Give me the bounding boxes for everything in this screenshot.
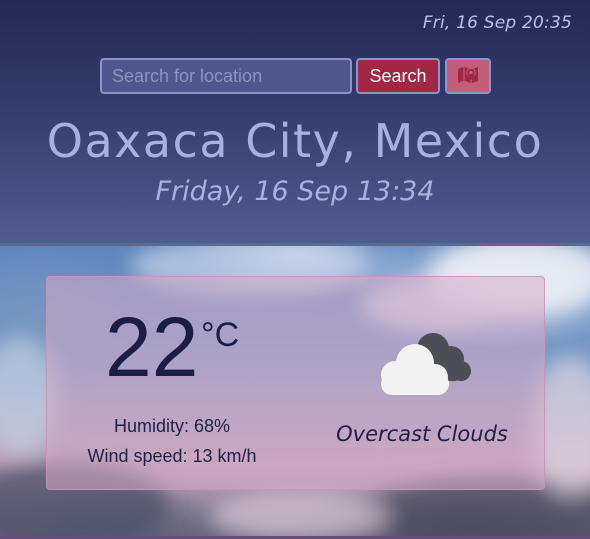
map-icon: [457, 65, 479, 88]
search-button[interactable]: Search: [356, 58, 440, 94]
search-bar: Search: [100, 58, 491, 94]
weather-condition: Overcast Clouds: [336, 422, 508, 446]
map-button[interactable]: [445, 58, 491, 94]
weather-card: 22 °C Humidity: 68% Wind speed: 13 km/h: [46, 276, 545, 490]
humidity-text: Humidity: 68%: [113, 416, 231, 436]
weather-app: Fri, 16 Sep 20:35 Search Oaxaca City, Me…: [0, 0, 590, 539]
overcast-clouds-icon: [365, 327, 477, 403]
temperature-unit: °C: [201, 316, 240, 354]
location-title: Oaxaca City, Mexico: [46, 114, 544, 168]
search-input[interactable]: [100, 58, 352, 94]
wind-speed-text: Wind speed: 13 km/h: [87, 446, 257, 466]
temperature-value: 22: [105, 300, 199, 394]
header: Fri, 16 Sep 20:35 Search Oaxaca City, Me…: [0, 0, 590, 243]
local-date-time: Friday, 16 Sep 13:34: [155, 176, 435, 207]
current-time: Fri, 16 Sep 20:35: [422, 13, 572, 33]
